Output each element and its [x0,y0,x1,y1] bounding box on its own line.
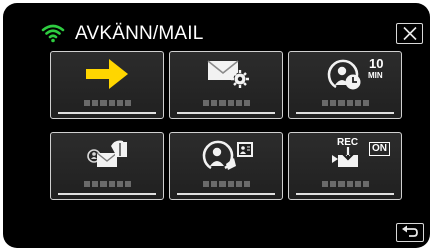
tile-label-placeholder [84,100,132,108]
tile-label-placeholder [322,100,370,108]
menu-tile-detection-user[interactable] [169,132,283,200]
tile-label-placeholder [203,100,251,108]
menu-tile-send-mail[interactable] [50,132,164,200]
mail-settings-icon [207,60,249,88]
tile-label-placeholder [322,181,370,189]
timer-badge-unit: MIN [368,71,383,80]
menu-tile-arrow[interactable] [50,51,164,119]
menu-tile-rec-download[interactable]: REC ON [288,132,402,200]
rec-badge: REC [337,137,359,148]
detection-user-icon [202,140,253,170]
tile-label-placeholder [203,181,251,189]
back-icon [402,225,418,237]
arrow-right-icon [86,59,128,89]
send-mail-icon [87,140,127,167]
menu-grid: 10 MIN REC ON [3,3,430,248]
screen: AVKÄNN/MAIL 10 MIN REC ON [3,3,430,248]
timer-badge-value: 10 [369,56,384,71]
detection-timer-icon [327,59,361,90]
back-button[interactable] [396,223,424,242]
menu-tile-mail-settings[interactable] [169,51,283,119]
tile-label-placeholder [84,181,132,189]
menu-tile-detection-timer[interactable]: 10 MIN [288,51,402,119]
on-badge: ON [369,142,390,156]
